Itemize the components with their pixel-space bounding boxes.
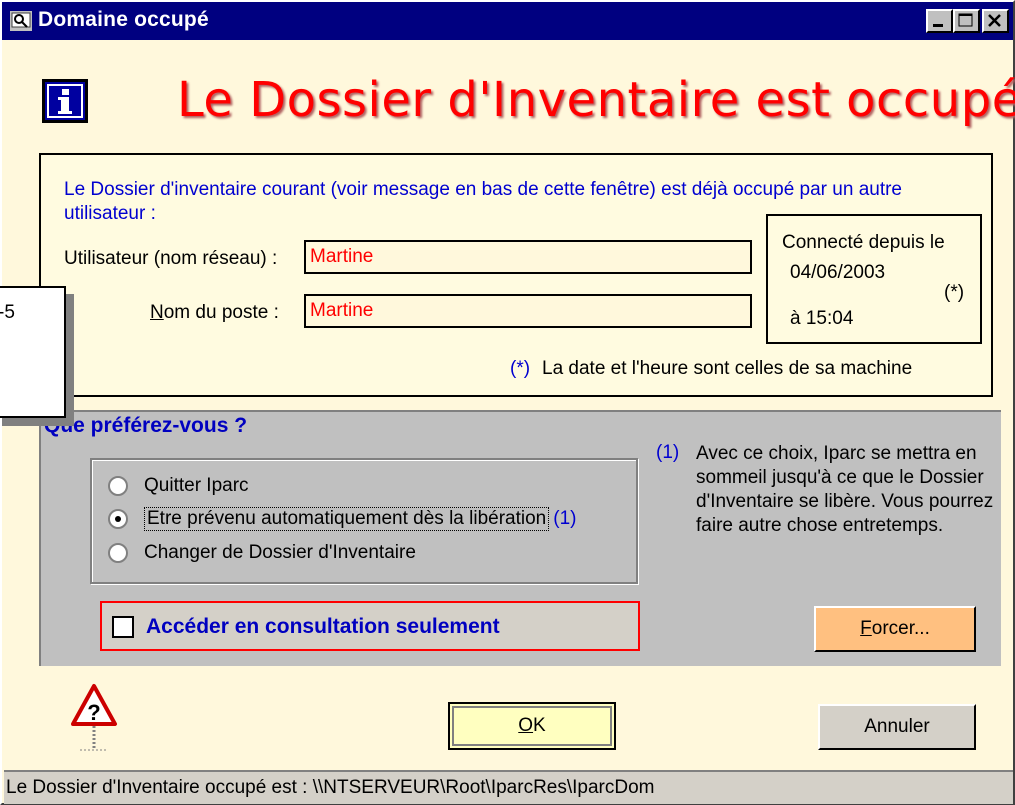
page-heading: Le Dossier d'Inventaire est occupé [177,72,1015,128]
asterisk-marker: (*) [944,282,965,303]
ok-button[interactable]: OK [448,702,616,750]
minimize-button[interactable] [926,9,953,33]
force-button[interactable]: Forcer... [814,606,976,652]
title-bar[interactable]: Domaine occupé [2,2,1013,40]
dialog-window: Domaine occupé Le Dossier d'Inventaire e… [0,0,1015,805]
cancel-button[interactable]: Annuler [818,704,976,750]
radio-quit[interactable]: Quitter Iparc [108,475,249,497]
radio-button-icon [108,543,128,563]
post-label: Nom du poste : [150,302,279,323]
readonly-access-option[interactable]: Accéder en consultation seulement [100,601,640,651]
radio-button-checked-icon [108,509,128,529]
radio-button-icon [108,476,128,496]
readonly-access-label: Accéder en consultation seulement [146,615,500,638]
connected-label: Connecté depuis le [782,232,945,253]
post-field[interactable]: Martine [304,294,752,328]
info-icon [42,79,88,123]
window-title: Domaine occupé [38,8,209,31]
radio-label: Quitter Iparc [144,475,249,496]
user-field[interactable]: Martine [304,240,752,274]
user-label: Utilisateur (nom réseau) : [64,248,278,269]
connected-date: 04/06/2003 [790,262,886,283]
option-note-marker: (1) [553,508,577,529]
radio-label: Etre prévenu automatiquement dès la libé… [144,507,550,531]
status-bar: Le Dossier d'Inventaire occupé est : \\N… [4,770,1013,804]
radio-label: Changer de Dossier d'Inventaire [144,542,416,563]
footnote-text: La date et l'heure sont celles de sa mac… [542,358,913,379]
note-text: Avec ce choix, Iparc se mettra en sommei… [696,443,994,536]
radio-change-folder[interactable]: Changer de Dossier d'Inventaire [108,542,416,564]
minimize-icon [933,24,943,27]
tooltip-text: -5 [0,302,15,323]
connected-since-box: Connecté depuis le 04/06/2003 (*) à 15:0… [766,214,982,344]
svg-text:?: ? [87,700,100,725]
maximize-button[interactable] [953,9,980,33]
note-marker: (1) [656,442,680,463]
connected-time: à 15:04 [790,308,854,329]
warning-help-icon: ? [71,684,117,751]
radio-notify[interactable]: Etre prévenu automatiquement dès la libé… [108,507,576,531]
close-icon [988,14,1001,27]
question-label: Que préférez-vous ? [44,414,248,437]
maximize-icon [958,13,973,27]
checkbox-icon[interactable] [112,616,134,638]
app-icon [10,11,32,31]
tooltip-popup: -5 [0,286,66,418]
footnote-marker: (*) [510,358,531,379]
close-button[interactable] [982,9,1009,33]
